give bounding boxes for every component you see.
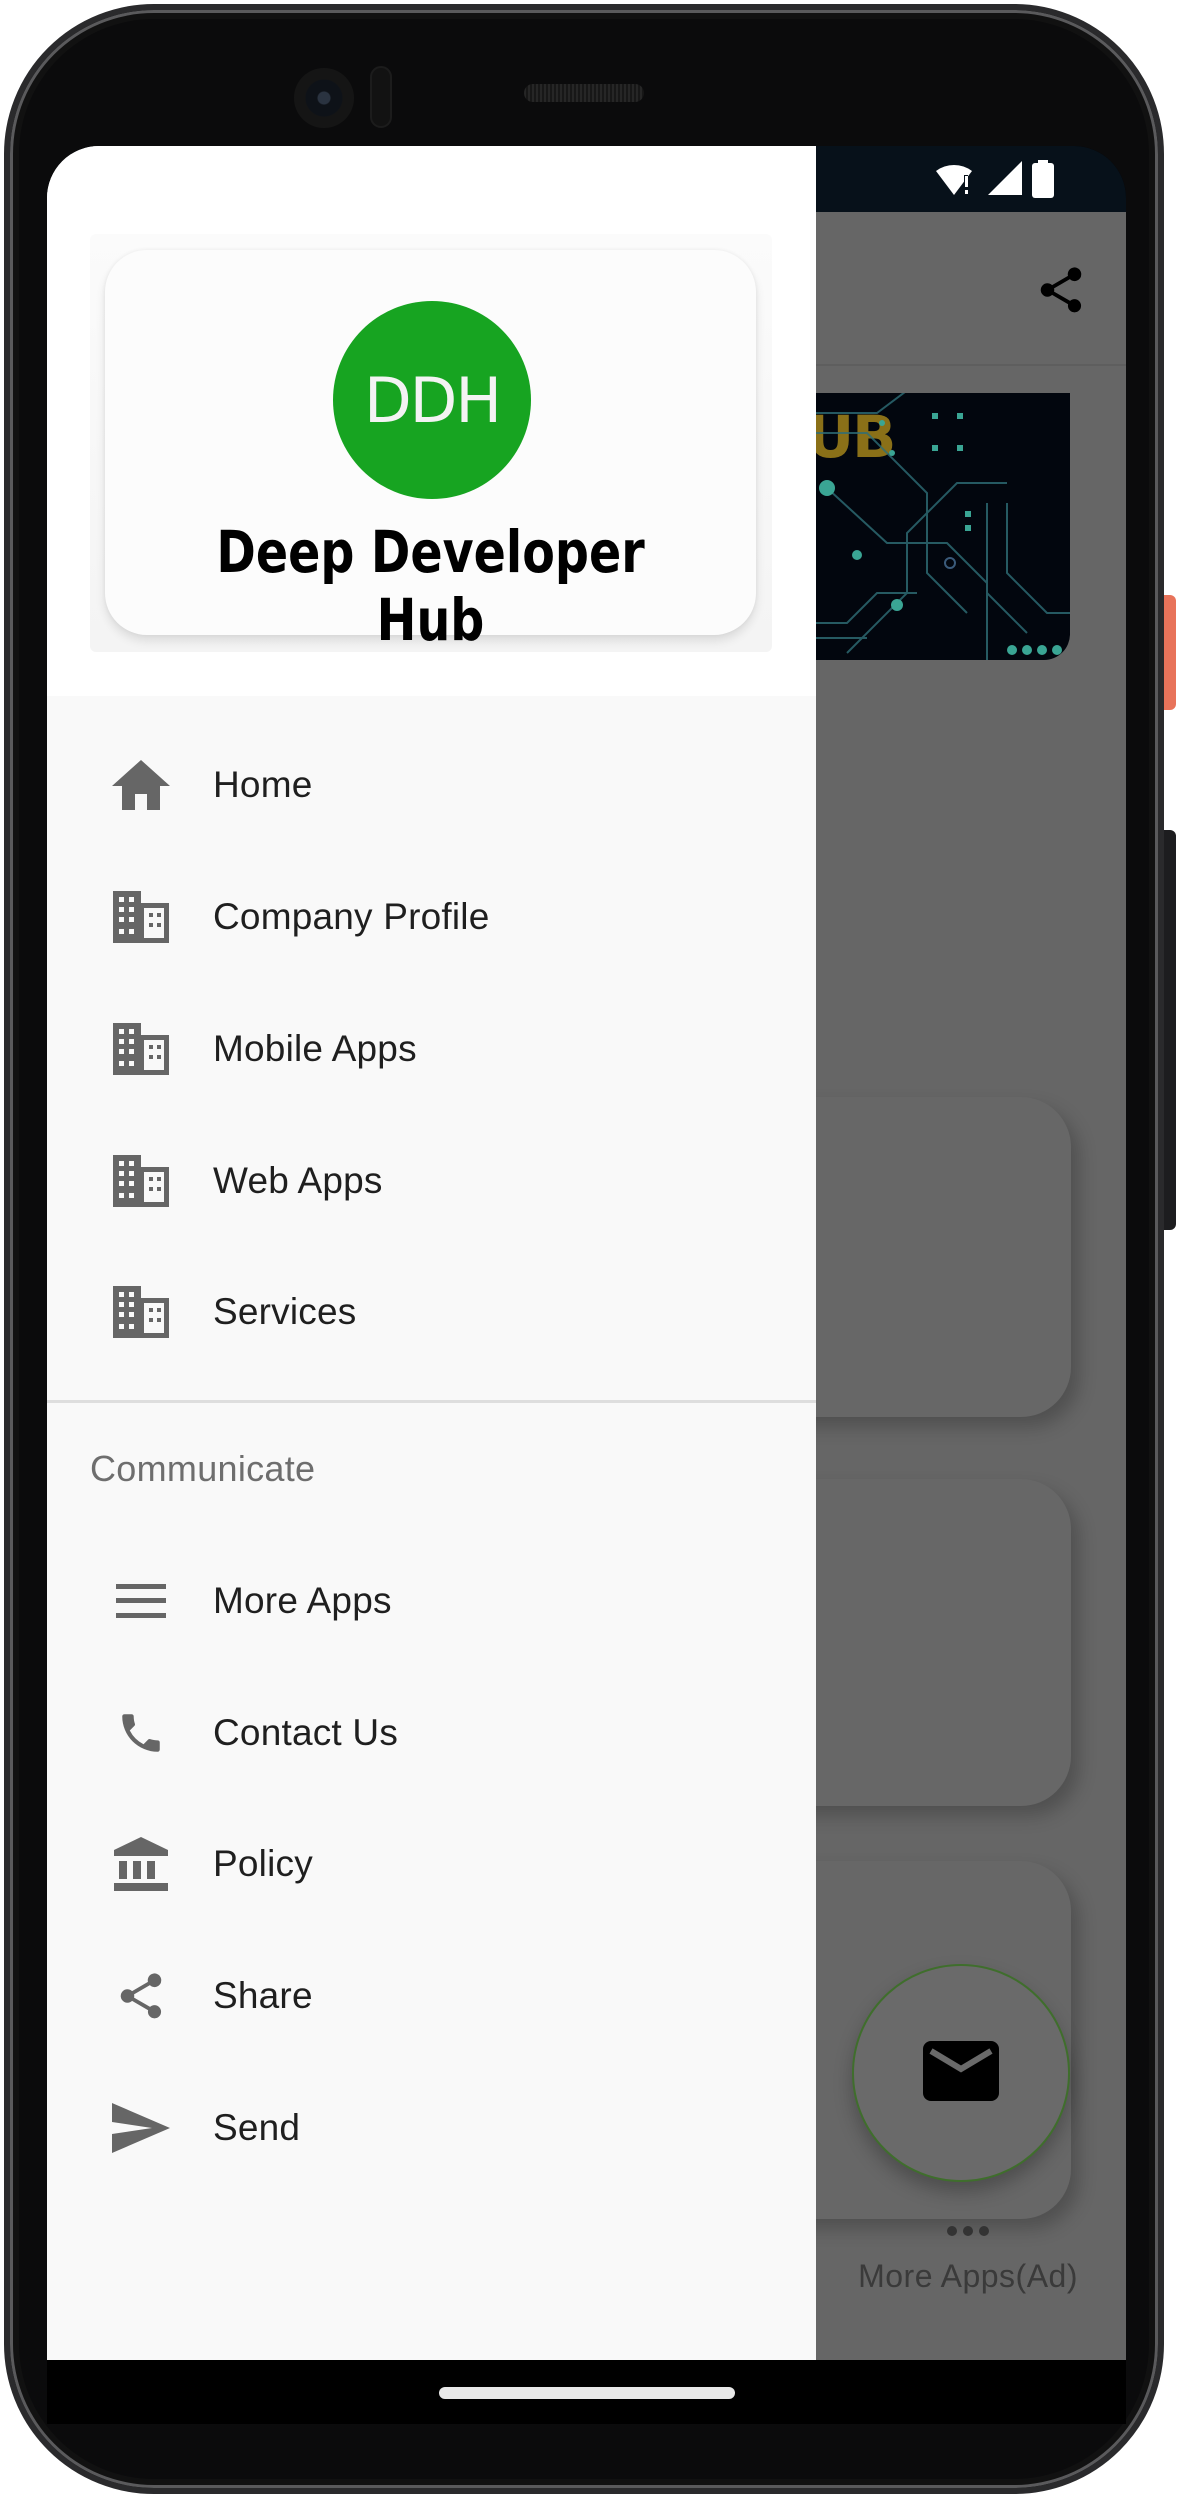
drawer-item-contact-us[interactable]: Contact Us <box>47 1673 816 1793</box>
drawer-item-label: Services <box>213 1291 357 1332</box>
mail-fab[interactable] <box>852 1964 1070 2182</box>
drawer-item-label: Send <box>213 2107 301 2148</box>
drawer-item-label: More Apps <box>213 1580 392 1621</box>
home-icon <box>111 755 171 815</box>
power-button <box>1164 595 1176 710</box>
proximity-sensor <box>370 66 392 128</box>
share-icon <box>111 1966 171 2026</box>
drawer-item-company-profile[interactable]: Company Profile <box>47 857 816 977</box>
volume-button <box>1164 830 1176 1230</box>
signal-icon <box>988 161 1022 202</box>
drawer-item-mobile-apps[interactable]: Mobile Apps <box>47 989 816 1109</box>
drawer-item-label: Mobile Apps <box>213 1028 417 1069</box>
building-icon <box>111 1019 171 1079</box>
wifi-alert-icon <box>936 161 978 202</box>
bottom-nav-label: More Apps(Ad) <box>858 2258 1078 2294</box>
mail-icon <box>923 2040 999 2106</box>
drawer-item-share[interactable]: Share <box>47 1936 816 2056</box>
section-header-communicate: Communicate <box>90 1448 316 1489</box>
drawer-item-label: Policy <box>213 1843 313 1884</box>
share-icon[interactable] <box>1034 263 1088 317</box>
building-icon <box>111 1282 171 1342</box>
more-horiz-icon <box>858 2226 1078 2236</box>
drawer-item-web-apps[interactable]: Web Apps <box>47 1121 816 1241</box>
drawer-item-home[interactable]: Home <box>47 725 816 845</box>
drawer-item-send[interactable]: Send <box>47 2068 816 2188</box>
send-icon <box>111 2098 171 2158</box>
drawer-item-label: Company Profile <box>213 896 490 937</box>
menu-icon <box>111 1571 171 1631</box>
building-icon <box>111 1151 171 1211</box>
phone-icon <box>111 1703 171 1763</box>
drawer-item-services[interactable]: Services <box>47 1252 816 1372</box>
brand-logo: DDH <box>333 301 531 499</box>
drawer-header: DDH Deep Developer Hub <box>47 146 816 696</box>
front-camera <box>294 68 354 128</box>
drawer-item-label: Home <box>213 764 313 805</box>
drawer-item-label: Share <box>213 1975 313 2016</box>
brand-card: DDH Deep Developer Hub <box>105 250 756 654</box>
drawer-divider <box>47 1400 816 1403</box>
screen: UB More Apps(Ad) DDH Deep Developer Hub … <box>47 146 1126 2424</box>
logo-text: DDH <box>363 363 502 437</box>
bank-icon <box>111 1834 171 1894</box>
drawer-item-label: Contact Us <box>213 1712 399 1753</box>
drawer-item-policy[interactable]: Policy <box>47 1804 816 1924</box>
drawer-item-label: Web Apps <box>213 1160 383 1201</box>
bottom-nav-more-apps[interactable]: More Apps(Ad) <box>858 2226 1078 2295</box>
brand-title: Deep Developer Hub <box>216 518 645 654</box>
navigation-drawer: DDH Deep Developer Hub Home Company Prof… <box>47 146 816 2360</box>
building-icon <box>111 887 171 947</box>
earpiece-speaker <box>524 84 644 102</box>
battery-icon <box>1032 160 1054 203</box>
home-gesture-handle[interactable] <box>439 2387 735 2399</box>
drawer-item-more-apps[interactable]: More Apps <box>47 1541 816 1661</box>
